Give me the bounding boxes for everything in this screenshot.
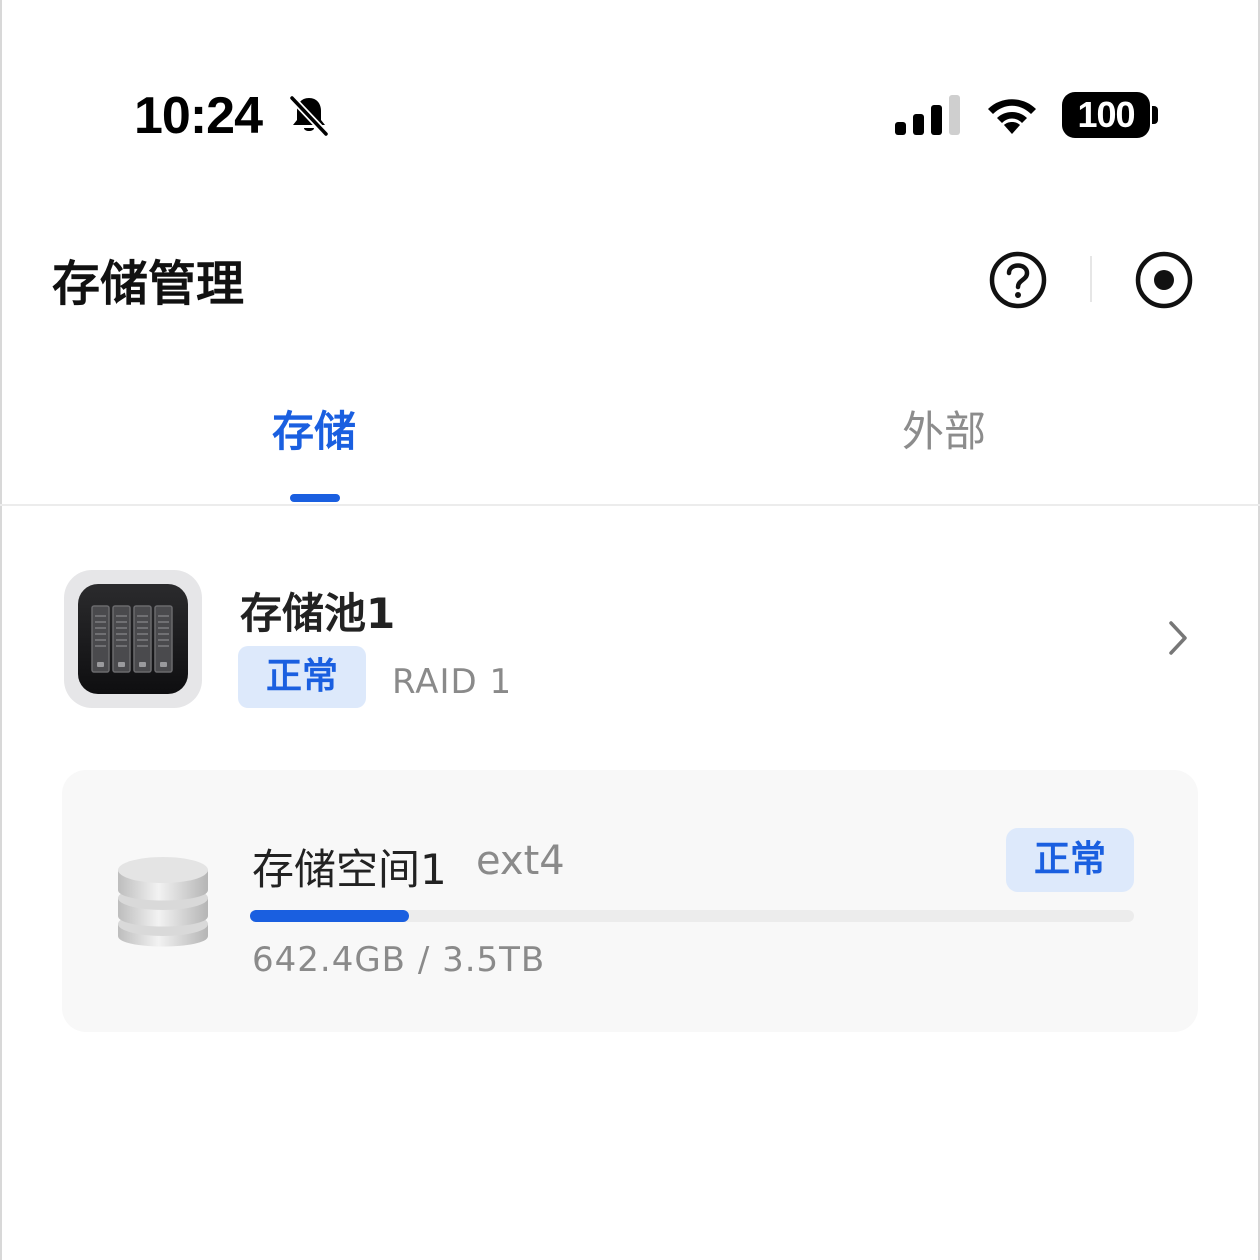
storage-volume-card[interactable]: 存储空间1 ext4 正常 642.4GB / 3.5TB [62, 770, 1198, 1032]
wifi-icon [988, 99, 1036, 134]
volume-filesystem: ext4 [476, 838, 565, 884]
usage-progress-fill [250, 910, 410, 922]
pool-name: 存储池1 [240, 589, 396, 638]
volume-usage-text: 642.4GB / 3.5TB [252, 940, 546, 980]
cellular-signal-icon [895, 95, 960, 135]
nas-drive-icon [64, 570, 202, 708]
record-icon[interactable] [1134, 250, 1194, 310]
pool-raid-level: RAID 1 [392, 662, 513, 702]
battery-cap [1152, 106, 1158, 124]
nas-drive-bays [91, 605, 173, 673]
help-icon[interactable] [988, 250, 1048, 310]
pool-status-badge: 正常 [238, 646, 366, 708]
battery-indicator: 100 [1062, 92, 1158, 138]
battery-level: 100 [1077, 94, 1135, 135]
active-tab-indicator [290, 494, 340, 502]
database-icon [118, 857, 208, 947]
volume-name: 存储空间1 [252, 845, 447, 894]
status-time: 10:24 [134, 87, 263, 145]
nas-drive-icon-body [78, 584, 188, 694]
tabs-divider [0, 504, 1260, 506]
bell-slash-icon [289, 95, 329, 137]
tab-storage[interactable]: 存储 [272, 398, 356, 459]
usage-progress-bar [250, 910, 1134, 922]
tab-external[interactable]: 外部 [902, 398, 986, 459]
storage-pool-row[interactable]: 存储池1 正常 RAID 1 [60, 566, 1200, 712]
volume-status-badge: 正常 [1006, 828, 1134, 892]
header-divider [1090, 256, 1092, 302]
page-title: 存储管理 [52, 256, 245, 312]
chevron-right-icon[interactable] [1164, 618, 1192, 658]
